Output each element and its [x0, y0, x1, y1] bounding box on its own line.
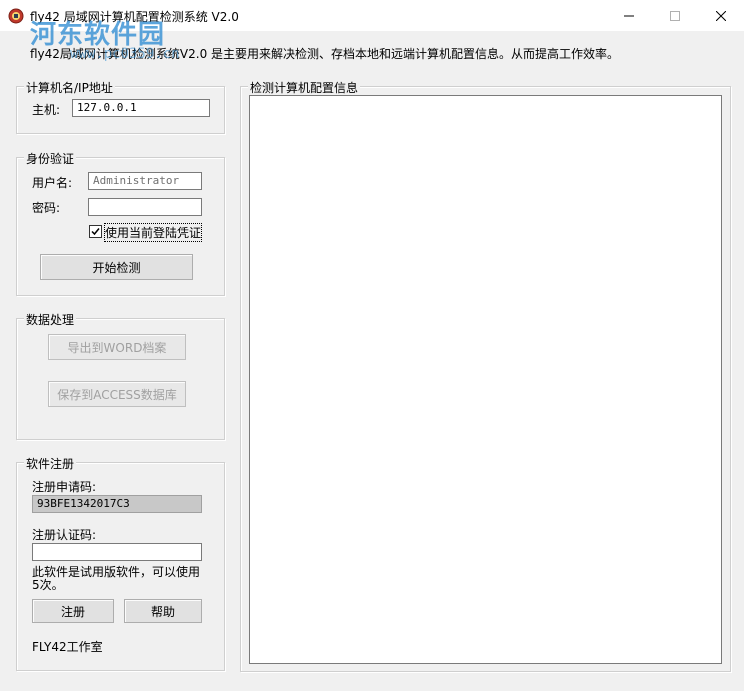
- help-button[interactable]: 帮助: [124, 599, 202, 623]
- close-icon: [716, 10, 726, 21]
- username-label: 用户名:: [32, 176, 73, 190]
- export-word-button[interactable]: 导出到WORD档案: [48, 334, 186, 360]
- auth-code-input[interactable]: [32, 543, 202, 561]
- auth-code-label: 注册认证码:: [32, 528, 97, 542]
- app-description: fly42局域网计算机检测系统V2.0 是主要用来解决检测、存档本地和远端计算机…: [30, 47, 620, 61]
- close-button[interactable]: [698, 0, 744, 31]
- info-group-legend: 检测计算机配置信息: [248, 79, 361, 96]
- use-current-credentials-checkbox[interactable]: [89, 225, 102, 238]
- save-access-button[interactable]: 保存到ACCESS数据库: [48, 381, 186, 407]
- password-label: 密码:: [32, 201, 61, 215]
- host-label: 主机:: [32, 103, 61, 117]
- auth-group-legend: 身份验证: [24, 150, 77, 167]
- checkmark-icon: [91, 228, 100, 236]
- minimize-button[interactable]: [606, 0, 652, 31]
- title-bar[interactable]: fly42 局域网计算机配置检测系统 V2.0: [0, 0, 744, 31]
- studio-label: FLY42工作室: [32, 640, 103, 654]
- register-button[interactable]: 注册: [32, 599, 114, 623]
- app-icon: [8, 8, 24, 24]
- window-title: fly42 局域网计算机配置检测系统 V2.0: [30, 10, 239, 24]
- trial-notice: 此软件是试用版软件，可以使用5次。: [32, 565, 201, 592]
- password-input[interactable]: [88, 198, 202, 216]
- use-current-credentials-label[interactable]: 使用当前登陆凭证: [103, 223, 203, 242]
- maximize-icon: [670, 10, 680, 21]
- start-detect-button[interactable]: 开始检测: [40, 254, 193, 280]
- maximize-button[interactable]: [652, 0, 698, 31]
- host-input[interactable]: 127.0.0.1: [72, 99, 210, 117]
- register-group-legend: 软件注册: [24, 455, 77, 472]
- info-output-textarea[interactable]: [249, 95, 722, 664]
- username-input[interactable]: Administrator: [88, 172, 202, 190]
- minimize-icon: [624, 15, 634, 16]
- computer-group-legend: 计算机名/IP地址: [24, 79, 115, 96]
- data-group-legend: 数据处理: [24, 311, 77, 328]
- request-code-field: 93BFE1342017C3: [32, 495, 202, 513]
- request-code-label: 注册申请码:: [32, 480, 97, 494]
